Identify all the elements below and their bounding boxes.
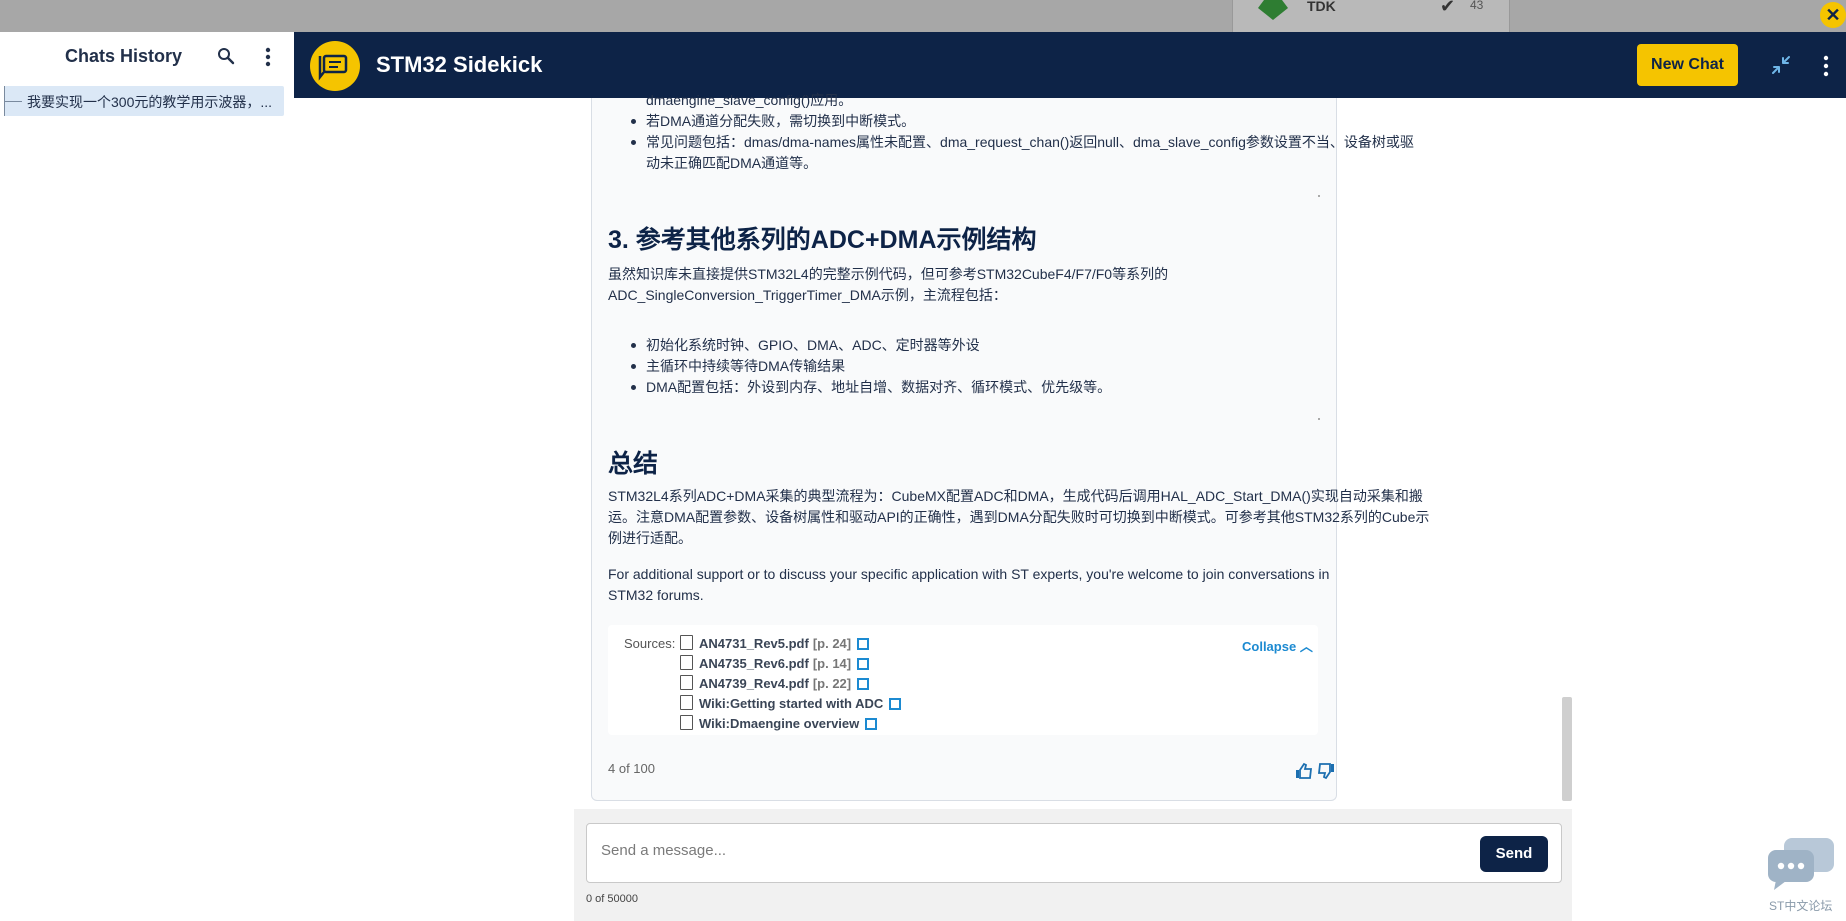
tree-branch	[4, 101, 22, 102]
external-link-icon[interactable]	[857, 638, 870, 650]
sources-panel: Sources: AN4731_Rev5.pdf [p. 24] AN4735_R…	[608, 625, 1318, 735]
chat-logo-icon	[310, 41, 360, 91]
paragraph-line: ADC_SingleConversion_TriggerTimer_DMA示例，…	[608, 287, 1007, 303]
section-heading: 总结	[608, 450, 659, 478]
list-item: 初始化系统时钟、GPIO、DMA、ADC、定时器等外设	[631, 335, 980, 356]
support-line: STM32 forums.	[608, 587, 704, 603]
document-icon	[680, 635, 693, 650]
external-link-icon[interactable]	[865, 718, 878, 730]
list-item: 常见问题包括：dmas/dma-names属性未配置、dma_request_c…	[631, 132, 1414, 153]
sidebar-item-chat[interactable]: 我要实现一个300元的教学用示波器，...	[4, 86, 284, 116]
list-item: DMA配置包括：外设到内存、地址自增、数据对齐、循环模式、优先级等。	[630, 377, 1111, 398]
message-input-box: Send	[586, 823, 1562, 883]
external-link-icon[interactable]	[857, 678, 870, 690]
external-link-icon[interactable]	[889, 698, 902, 710]
source-item[interactable]: AN4731_Rev5.pdf [p. 24]	[680, 635, 870, 655]
sidebar-item-label: 我要实现一个300元的教学用示波器，...	[27, 94, 273, 110]
more-vertical-icon[interactable]	[258, 46, 278, 68]
scrollbar-thumb[interactable]	[1562, 697, 1572, 801]
character-counter: 0 of 50000	[586, 893, 638, 905]
minimize-icon[interactable]	[1770, 54, 1792, 76]
message-text: dmaengine_slave_config()应用。	[646, 92, 853, 108]
new-chat-button[interactable]: New Chat	[1637, 44, 1738, 86]
message-counter: 4 of 100	[608, 761, 655, 776]
source-name: Wiki:Dmaengine overview	[699, 716, 860, 731]
document-icon	[680, 675, 693, 690]
source-page: [p. 14]	[812, 656, 852, 671]
app-header: STM32 Sidekick New Chat	[294, 32, 1846, 98]
list-item: 主循环中持续等待DMA传输结果	[630, 356, 845, 377]
message-input[interactable]	[599, 841, 1453, 860]
collapse-label: Collapse	[1242, 639, 1297, 654]
paragraph-line: 例进行适配。	[608, 530, 692, 546]
list-item: 若DMA通道分配失败，需切换到中断模式。	[630, 111, 915, 132]
support-line: For additional support or to discuss you…	[608, 566, 1330, 582]
paragraph-line: 虽然知识库未直接提供STM32L4的完整示例代码，但可参考STM32CubeF4…	[608, 266, 1169, 282]
source-item[interactable]: AN4739_Rev4.pdf [p. 22]	[680, 675, 870, 695]
external-link-icon[interactable]	[857, 658, 870, 670]
document-icon	[680, 715, 693, 730]
document-icon	[680, 655, 693, 670]
collapse-sources-button[interactable]: Collapse ︿	[1242, 636, 1313, 655]
divider	[1318, 195, 1320, 197]
forum-chat-icon[interactable]	[1766, 836, 1838, 892]
source-name: Wiki:Getting started with ADC	[699, 696, 884, 711]
source-item[interactable]: AN4735_Rev6.pdf [p. 14]	[680, 655, 870, 675]
search-icon[interactable]	[216, 46, 236, 66]
chat-area: dmaengine_slave_config()应用。 若DMA通道分配失败，需…	[294, 92, 1846, 921]
source-name: AN4739_Rev4.pdf	[699, 676, 809, 691]
background-card-title: TDK	[1307, 0, 1336, 14]
section-heading: 3. 参考其他系列的ADC+DMA示例结构	[608, 226, 1037, 254]
paragraph-line: STM32L4系列ADC+DMA采集的典型流程为：CubeMX配置ADC和DMA…	[608, 488, 1423, 504]
sources-label: Sources:	[624, 636, 676, 651]
close-icon[interactable]: ✕	[1820, 2, 1846, 28]
app-title: STM32 Sidekick	[376, 52, 543, 77]
sidebar-title: Chats History	[65, 46, 183, 66]
source-name: AN4731_Rev5.pdf	[699, 636, 809, 651]
chevron-up-icon: ︿	[1299, 639, 1313, 654]
document-icon	[680, 695, 693, 710]
thumbs-down-icon[interactable]	[1317, 762, 1335, 780]
menu-more-icon[interactable]	[1816, 54, 1836, 78]
source-page: [p. 24]	[812, 636, 852, 651]
divider	[1318, 418, 1320, 420]
background-page	[0, 0, 1846, 32]
send-button[interactable]: Send	[1480, 836, 1548, 872]
message-text: 动未正确匹配DMA通道等。	[646, 155, 818, 171]
source-page: [p. 22]	[812, 676, 852, 691]
background-card-count: 43	[1470, 0, 1484, 12]
source-item[interactable]: Wiki:Dmaengine overview	[680, 715, 878, 735]
forum-label: ST中文论坛	[1769, 899, 1833, 913]
chats-history-sidebar: Chats History 我要实现一个300元的教学用示波器，...	[0, 32, 295, 921]
thumbs-up-icon[interactable]	[1295, 762, 1313, 780]
source-item[interactable]: Wiki:Getting started with ADC	[680, 695, 902, 715]
paragraph-line: 运。注意DMA配置参数、设备树属性和驱动API的正确性，遇到DMA分配失败时可切…	[608, 509, 1430, 525]
source-name: AN4735_Rev6.pdf	[699, 656, 809, 671]
check-icon: ✔	[1440, 0, 1456, 16]
